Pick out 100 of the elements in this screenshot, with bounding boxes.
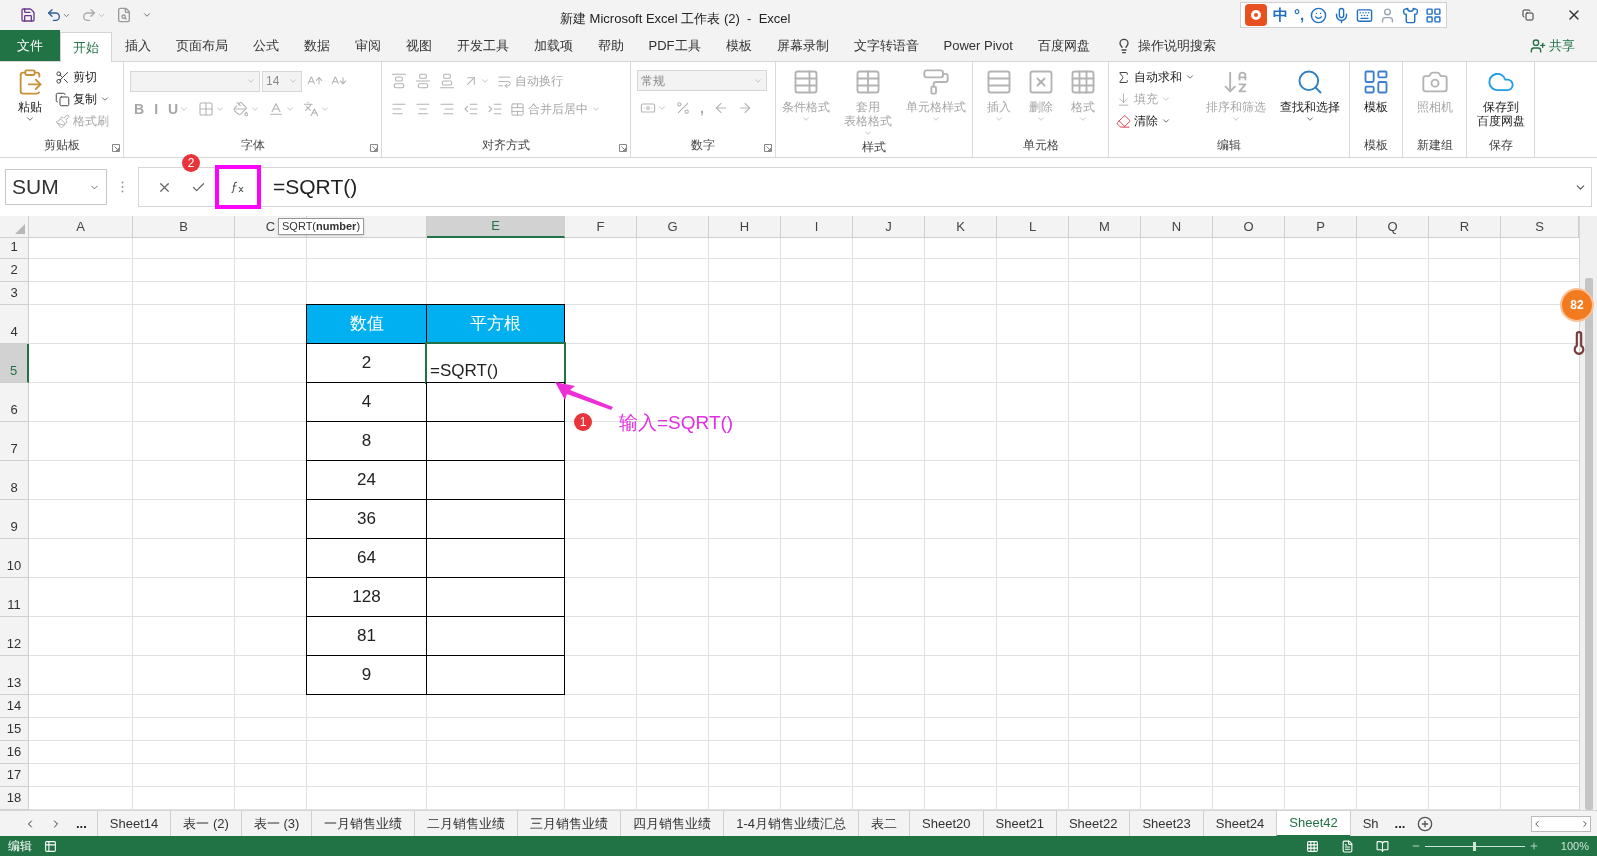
caret-icon bbox=[1160, 94, 1171, 104]
zoom-in-icon[interactable] bbox=[1528, 841, 1539, 851]
column-header[interactable]: F bbox=[565, 216, 637, 238]
column-header[interactable]: M bbox=[1069, 216, 1141, 238]
customize-icon[interactable] bbox=[142, 10, 152, 20]
row-header[interactable]: 1 bbox=[0, 236, 29, 259]
row-header[interactable]: 11 bbox=[0, 578, 29, 617]
column-header[interactable]: K bbox=[925, 216, 997, 238]
column-header[interactable]: L bbox=[997, 216, 1069, 238]
row-header[interactable]: 15 bbox=[0, 718, 29, 741]
dialog-launcher-icon[interactable] bbox=[370, 144, 378, 152]
ribbon-tab[interactable]: 开发工具 bbox=[444, 31, 521, 61]
ime-toggle[interactable]: 中 bbox=[1273, 3, 1288, 27]
caret-icon bbox=[250, 104, 261, 114]
ribbon-button[interactable]: 查找和选择 bbox=[1274, 66, 1345, 124]
formula-text[interactable]: =SQRT() bbox=[273, 171, 358, 203]
row-header[interactable]: 4 bbox=[0, 305, 29, 344]
print-preview-icon[interactable] bbox=[116, 7, 132, 23]
ribbon-tab[interactable]: 插入 bbox=[112, 31, 163, 61]
row-header[interactable]: 5 bbox=[0, 344, 29, 383]
row-header[interactable]: 3 bbox=[0, 282, 29, 305]
shirt-icon[interactable] bbox=[1402, 6, 1420, 24]
page-break-icon[interactable] bbox=[1375, 839, 1389, 853]
ribbon-button[interactable]: 复制 bbox=[53, 88, 112, 110]
ime-toggle[interactable]: °, bbox=[1294, 3, 1305, 27]
column-header[interactable]: J bbox=[853, 216, 925, 238]
keyboard-icon[interactable] bbox=[1356, 6, 1374, 24]
ribbon-tab[interactable]: 百度网盘 bbox=[1025, 31, 1103, 61]
smile-icon[interactable] bbox=[1310, 6, 1328, 24]
column-header[interactable]: I bbox=[781, 216, 853, 238]
column-header[interactable]: E bbox=[427, 216, 565, 238]
ribbon-tab[interactable]: PDF工具 bbox=[636, 31, 713, 61]
ribbon-button[interactable]: 清除 bbox=[1113, 110, 1197, 132]
drag-handle-icon[interactable] bbox=[121, 181, 124, 193]
ribbon-tab[interactable]: 模板 bbox=[713, 31, 764, 61]
ribbon-tab[interactable]: 视图 bbox=[393, 31, 444, 61]
column-header[interactable]: P bbox=[1285, 216, 1357, 238]
scroll-right-icon[interactable] bbox=[1580, 818, 1590, 829]
ribbon-button[interactable]: 模板 bbox=[1357, 66, 1395, 114]
ribbon-tab[interactable]: 开始 bbox=[60, 32, 112, 62]
tell-me-search[interactable]: 操作说明搜索 bbox=[1138, 36, 1217, 56]
horizontal-scrollbar[interactable] bbox=[1531, 815, 1591, 832]
column-header[interactable]: A bbox=[29, 216, 133, 238]
undo-button[interactable] bbox=[46, 7, 71, 23]
ribbon-button[interactable]: 粘贴 bbox=[11, 66, 49, 124]
normal-view-icon[interactable] bbox=[1305, 839, 1319, 853]
ribbon-tab[interactable]: 公式 bbox=[240, 31, 291, 61]
row-header[interactable]: 6 bbox=[0, 383, 29, 422]
column-header[interactable]: Q bbox=[1357, 216, 1429, 238]
row-header[interactable]: 18 bbox=[0, 787, 29, 810]
ribbon-tab[interactable]: 文字转语音 bbox=[841, 31, 931, 61]
scroll-left-icon[interactable] bbox=[1532, 818, 1542, 829]
row-header[interactable]: 10 bbox=[0, 539, 29, 578]
insert-function-button[interactable] bbox=[215, 165, 261, 209]
ribbon-tab[interactable]: 页面布局 bbox=[163, 31, 240, 61]
column-header[interactable]: H bbox=[709, 216, 781, 238]
column-header[interactable]: B bbox=[133, 216, 235, 238]
column-header[interactable]: N bbox=[1141, 216, 1213, 238]
row-header[interactable]: 7 bbox=[0, 422, 29, 461]
share-button[interactable]: 共享 bbox=[1530, 31, 1575, 61]
ribbon-tab[interactable]: 屏幕录制 bbox=[764, 31, 841, 61]
sheet-tab[interactable]: Sheet42 bbox=[1276, 810, 1350, 837]
column-header[interactable]: R bbox=[1429, 216, 1501, 238]
dialog-launcher-icon[interactable] bbox=[619, 144, 627, 152]
row-header[interactable]: 12 bbox=[0, 617, 29, 656]
zoom-level[interactable]: 100% bbox=[1560, 837, 1589, 855]
row-header[interactable]: 2 bbox=[0, 259, 29, 282]
ribbon-tab[interactable]: 审阅 bbox=[342, 31, 393, 61]
row-header[interactable]: 16 bbox=[0, 741, 29, 764]
redo-button[interactable] bbox=[81, 7, 106, 23]
macro-record-icon[interactable] bbox=[44, 839, 57, 853]
save-icon[interactable] bbox=[20, 7, 36, 23]
column-header[interactable]: G bbox=[637, 216, 709, 238]
column-header[interactable]: S bbox=[1501, 216, 1579, 238]
ribbon-button[interactable]: 自动求和 bbox=[1113, 66, 1197, 88]
name-box[interactable]: SUM bbox=[5, 169, 107, 205]
row-header[interactable]: 17 bbox=[0, 764, 29, 787]
copy-icon bbox=[55, 91, 70, 107]
slider-thumb[interactable] bbox=[1473, 841, 1477, 851]
more-sheets-button[interactable]: ... bbox=[76, 813, 87, 834]
ribbon-button[interactable]: 保存到 百度网盘 bbox=[1471, 66, 1530, 128]
column-header[interactable]: O bbox=[1213, 216, 1285, 238]
dialog-launcher-icon[interactable] bbox=[764, 144, 772, 152]
ribbon-tab[interactable]: 文件 bbox=[0, 30, 60, 61]
row-header[interactable]: 8 bbox=[0, 461, 29, 500]
row-header[interactable]: 9 bbox=[0, 500, 29, 539]
ribbon-button[interactable]: 剪切 bbox=[53, 66, 112, 88]
grid-icon[interactable] bbox=[1425, 6, 1443, 24]
row-header[interactable]: 13 bbox=[0, 656, 29, 695]
ribbon-tab[interactable]: Power Pivot bbox=[931, 31, 1026, 61]
page-layout-icon[interactable] bbox=[1340, 839, 1354, 853]
row-header[interactable]: 14 bbox=[0, 695, 29, 718]
ribbon-tab[interactable]: 帮助 bbox=[585, 31, 636, 61]
ribbon-tab[interactable]: 加载项 bbox=[521, 31, 585, 61]
dialog-launcher-icon[interactable] bbox=[112, 144, 120, 152]
more-sheets-button[interactable]: ... bbox=[1390, 813, 1410, 834]
select-all-corner[interactable] bbox=[0, 216, 29, 238]
add-sheet-icon[interactable] bbox=[1417, 815, 1434, 832]
ribbon-tab[interactable]: 数据 bbox=[291, 31, 342, 61]
zoom-slider[interactable] bbox=[1424, 841, 1525, 851]
